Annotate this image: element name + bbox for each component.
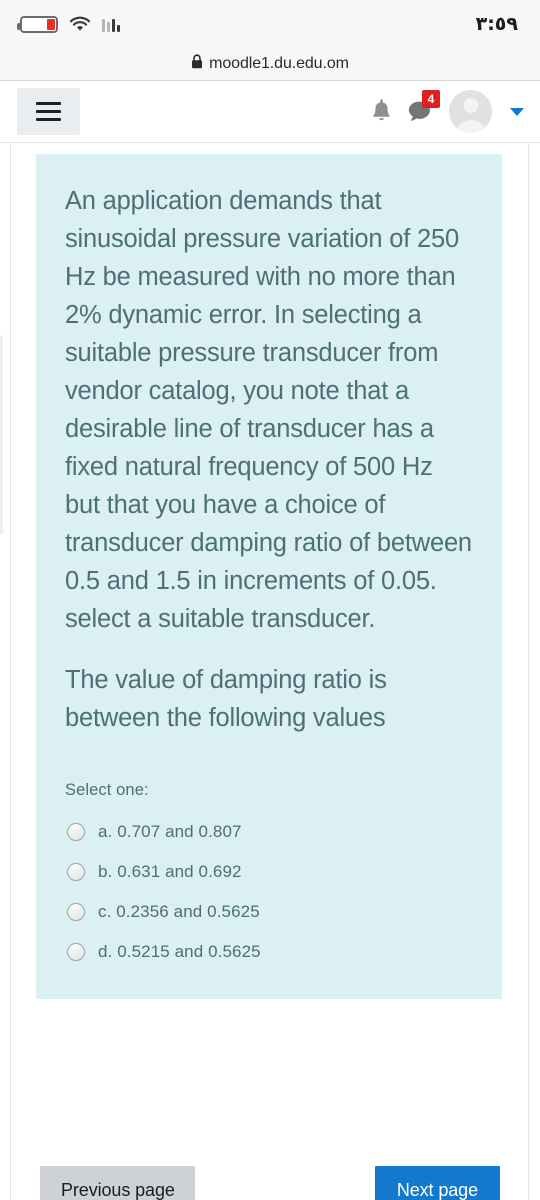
answer-option-label: c. 0.2356 and 0.5625 xyxy=(98,902,260,921)
radio-button-c[interactable] xyxy=(67,903,85,921)
radio-button-b[interactable] xyxy=(67,863,85,881)
url-text: moodle1.du.edu.om xyxy=(209,55,349,72)
bell-icon[interactable] xyxy=(370,98,393,125)
lock-icon xyxy=(191,54,203,74)
select-one-label: Select one: xyxy=(65,781,149,799)
browser-address-bar[interactable]: moodle1.du.edu.om xyxy=(0,48,540,81)
page-scrollbar[interactable] xyxy=(0,335,3,535)
messages-badge: 4 xyxy=(422,90,440,108)
hamburger-menu-icon[interactable] xyxy=(17,88,80,135)
answer-option-label: b. 0.631 and 0.692 xyxy=(98,862,242,881)
previous-page-button[interactable]: Previous page xyxy=(40,1166,195,1200)
radio-button-a[interactable] xyxy=(67,823,85,841)
navbar-right-group: 4 xyxy=(370,90,526,133)
battery-low-icon xyxy=(17,15,58,33)
phone-screen: ٣:٥٩ moodle1.du.edu.om 4 An application … xyxy=(0,0,540,1200)
page-content: An application demands that sinusoidal p… xyxy=(0,143,540,1200)
page-left-border xyxy=(10,143,11,1200)
answer-option-b[interactable]: b. 0.631 and 0.692 xyxy=(65,852,474,892)
answer-option-c[interactable]: c. 0.2356 and 0.5625 xyxy=(65,892,474,932)
quiz-pagination: Previous page Next page xyxy=(40,1166,500,1200)
quiz-question-card: An application demands that sinusoidal p… xyxy=(36,154,502,999)
answer-option-label: a. 0.707 and 0.807 xyxy=(98,822,242,841)
page-right-border xyxy=(528,143,529,1200)
message-bubble-icon[interactable]: 4 xyxy=(407,90,440,124)
chevron-down-icon[interactable] xyxy=(510,107,524,116)
question-text: An application demands that sinusoidal p… xyxy=(65,182,474,737)
wifi-icon xyxy=(69,16,91,33)
cellular-signal-icon xyxy=(102,16,120,32)
answer-options-list: a. 0.707 and 0.807 b. 0.631 and 0.692 c.… xyxy=(65,812,474,972)
status-bar: ٣:٥٩ xyxy=(0,0,540,48)
answer-option-label: d. 0.5215 and 0.5625 xyxy=(98,942,261,961)
question-paragraph: An application demands that sinusoidal p… xyxy=(65,187,472,633)
site-navigation-bar: 4 xyxy=(0,81,540,143)
user-avatar-icon[interactable] xyxy=(449,90,492,133)
answer-option-d[interactable]: d. 0.5215 and 0.5625 xyxy=(65,932,474,972)
status-bar-time: ٣:٥٩ xyxy=(475,13,518,35)
status-bar-left-icons xyxy=(17,15,120,33)
radio-button-d[interactable] xyxy=(67,943,85,961)
next-page-button[interactable]: Next page xyxy=(374,1166,500,1200)
question-paragraph: The value of damping ratio is between th… xyxy=(65,666,387,732)
answer-option-a[interactable]: a. 0.707 and 0.807 xyxy=(65,812,474,852)
